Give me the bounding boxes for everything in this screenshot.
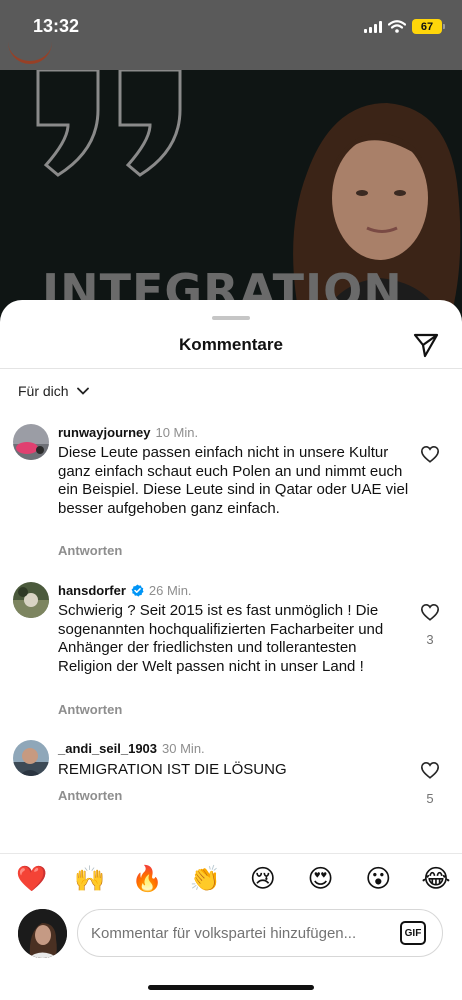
heart-icon[interactable]	[420, 761, 440, 779]
emoji-fire[interactable]: 🔥	[129, 864, 165, 894]
post-background: INTEGRATION 13:32 67	[0, 0, 462, 330]
like-count: 5	[426, 791, 434, 806]
comment-username[interactable]: hansdorfer	[58, 583, 126, 598]
comment-username[interactable]: _andi_seil_1903	[58, 741, 157, 756]
status-time: 13:32	[33, 16, 80, 36]
emoji-heart-eyes[interactable]: 😍	[303, 864, 339, 894]
comment-time: 26 Min.	[148, 583, 192, 598]
comments-sheet: Kommentare Für dich runwayjourney 10 Min…	[0, 300, 462, 1000]
comment-time: 10 Min.	[155, 425, 199, 440]
own-avatar	[18, 909, 67, 958]
battery-icon: 67	[412, 19, 445, 34]
comment-input[interactable]	[91, 910, 391, 956]
heart-icon[interactable]	[420, 445, 440, 463]
gif-button[interactable]: GIF	[400, 921, 426, 945]
avatar[interactable]	[13, 582, 49, 618]
avatar[interactable]	[13, 424, 49, 460]
chevron-down-icon	[76, 387, 89, 395]
heart-icon[interactable]	[420, 603, 440, 621]
emoji-clapping[interactable]: 👏	[187, 864, 223, 894]
sheet-divider	[0, 368, 462, 369]
emoji-heart[interactable]: ❤️	[14, 864, 50, 894]
comment-time: 30 Min.	[162, 741, 205, 756]
like-count: 3	[426, 632, 434, 647]
reply-button[interactable]: Antworten	[58, 788, 122, 803]
emoji-bar-divider	[0, 853, 462, 854]
emoji-laughing[interactable]: 😂	[418, 864, 454, 894]
reply-button[interactable]: Antworten	[58, 543, 122, 558]
status-icons: 67	[364, 19, 445, 34]
sheet-grabber[interactable]	[212, 316, 250, 320]
sort-filter-button[interactable]: Für dich	[18, 383, 89, 399]
verified-badge-icon	[131, 584, 144, 597]
comment-composer: GIF	[77, 909, 443, 957]
emoji-reaction-bar: ❤️ 🙌 🔥 👏 😢 😍 😮 😂	[14, 864, 454, 894]
sheet-title: Kommentare	[179, 335, 283, 354]
comment-text: Schwierig ? Seit 2015 ist es fast unmögl…	[58, 602, 384, 675]
quote-marks-graphic	[36, 70, 182, 177]
emoji-crying[interactable]: 😢	[245, 864, 281, 894]
comment-text: Diese Leute passen einfach nicht in unse…	[58, 444, 409, 517]
comment-text: REMIGRATION IST DIE LÖSUNG	[58, 761, 287, 778]
emoji-raising-hands[interactable]: 🙌	[72, 864, 108, 894]
cellular-signal-icon	[364, 20, 382, 33]
share-icon[interactable]	[412, 331, 440, 359]
wifi-icon	[388, 20, 406, 33]
reply-button[interactable]: Antworten	[58, 702, 122, 717]
emoji-surprised[interactable]: 😮	[360, 864, 396, 894]
avatar[interactable]	[13, 740, 49, 776]
post-image: INTEGRATION	[0, 70, 462, 330]
home-indicator	[148, 985, 314, 990]
comment-username[interactable]: runwayjourney	[58, 425, 150, 440]
status-bar: 13:32 67	[0, 0, 462, 54]
sort-filter-label: Für dich	[18, 383, 69, 399]
